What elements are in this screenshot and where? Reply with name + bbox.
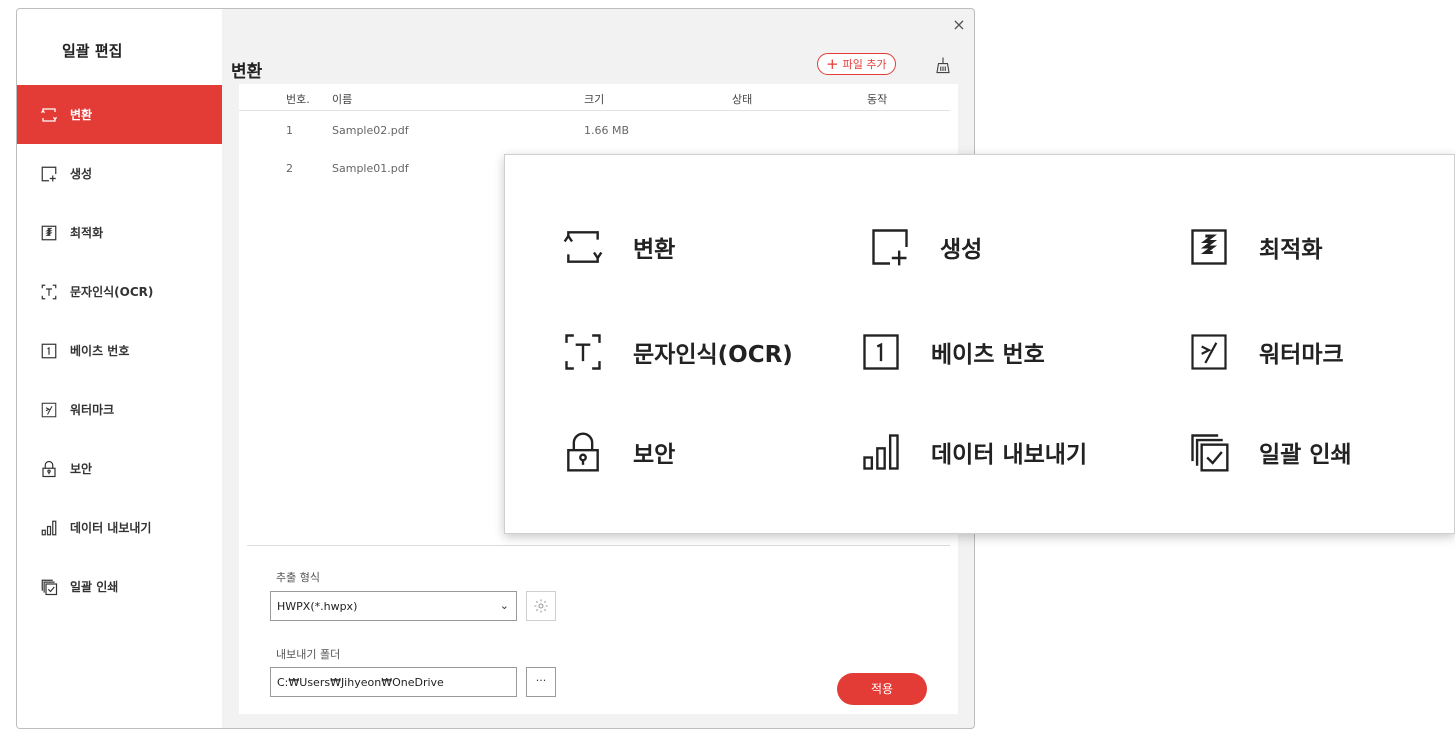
format-label: 추출 형식 [276,571,320,584]
divider [247,545,950,546]
sidebar-item-label: 베이츠 번호 [70,344,130,358]
popup-item-create[interactable]: 생성 [868,225,982,269]
sidebar-item-create[interactable]: 생성 [17,144,222,203]
row-file-name: Sample01.pdf [332,162,409,175]
column-number: 번호. [286,93,310,106]
sidebar-item-ocr[interactable]: 문자인식(OCR) [17,262,222,321]
lock-icon [567,432,599,472]
popup-item-label: 베이츠 번호 [931,342,1045,368]
popup-item-bates[interactable]: 베이츠 번호 [859,330,1045,374]
add-file-label: 파일 추가 [842,58,887,71]
add-file-button[interactable]: + 파일 추가 [817,53,896,75]
popup-item-label: 보안 [633,442,676,468]
convert-icon [39,105,59,125]
sidebar-item-label: 변환 [70,108,93,122]
sidebar-title: 일괄 편집 [62,42,123,60]
row-file-size: 1.66 MB [584,124,630,137]
sidebar-item-label: 생성 [70,167,93,181]
column-name: 이름 [332,93,353,106]
optimize-icon [1191,229,1227,265]
bates-number-icon [863,334,899,370]
ocr-icon [565,334,601,370]
sidebar-item-security[interactable]: 보안 [17,439,222,498]
batch-print-icon [1191,434,1229,472]
ocr-icon [39,282,59,302]
watermark-icon [39,400,59,420]
column-action: 동작 [867,93,888,106]
sidebar-item-label: 문자인식(OCR) [70,285,154,299]
close-button[interactable]: × [950,16,968,34]
popup-item-data-export[interactable]: 데이터 내보내기 [859,430,1087,474]
watermark-icon [1191,334,1227,370]
popup-item-batch-print[interactable]: 일괄 인쇄 [1187,430,1352,474]
batch-print-icon [39,577,59,597]
sidebar-item-label: 데이터 내보내기 [70,521,152,535]
bar-chart-icon [39,518,59,538]
gear-icon [534,599,548,613]
row-file-name: Sample02.pdf [332,124,409,137]
row-number: 2 [286,162,293,175]
sidebar-item-label: 워터마크 [70,403,115,417]
popup-item-security[interactable]: 보안 [561,430,675,474]
popup-item-ocr[interactable]: 문자인식(OCR) [561,330,793,374]
page-title: 변환 [231,62,263,82]
sidebar-item-data-export[interactable]: 데이터 내보내기 [17,498,222,557]
bates-number-icon [39,341,59,361]
sidebar-item-bates[interactable]: 베이츠 번호 [17,321,222,380]
optimize-icon [39,223,59,243]
sidebar-item-optimize[interactable]: 최적화 [17,203,222,262]
convert-icon [563,231,603,263]
popup-item-convert[interactable]: 변환 [561,225,675,269]
sidebar-item-label: 최적화 [70,226,104,240]
apply-button[interactable]: 적용 [837,673,927,705]
sidebar-item-convert[interactable]: 변환 [17,85,222,144]
feature-popup: 변환 생성 최적화 문자인식(OCR) 베이츠 번호 워터마크 보안 데이터 내… [504,154,1455,534]
popup-item-label: 데이터 내보내기 [931,442,1088,468]
popup-item-label: 생성 [940,237,983,263]
popup-item-label: 변환 [633,237,676,263]
column-status: 상태 [732,93,753,106]
bar-chart-icon [863,434,899,470]
sidebar-item-watermark[interactable]: 워터마크 [17,380,222,439]
popup-item-label: 문자인식(OCR) [633,342,793,368]
popup-item-label: 일괄 인쇄 [1259,442,1352,468]
sidebar-item-label: 일괄 인쇄 [70,580,119,594]
plus-icon: + [826,54,839,73]
format-select-value: HWPX(*.hwpx) [277,600,358,613]
clear-list-icon[interactable] [934,56,952,74]
export-folder-input[interactable]: C:₩Users₩Jihyeon₩OneDrive [270,667,517,697]
sidebar-item-label: 보안 [70,462,93,476]
popup-item-label: 워터마크 [1259,342,1344,368]
browse-folder-button[interactable]: ··· [526,667,556,697]
create-icon [872,229,908,266]
popup-item-label: 최적화 [1259,237,1323,263]
sidebar: 일괄 편집 변환 생성 최적화 문자인식(OCR) 베이츠 번호 워터마크 보안… [17,9,222,728]
sidebar-item-batch-print[interactable]: 일괄 인쇄 [17,557,222,616]
format-settings-button[interactable] [526,591,556,621]
column-size: 크기 [584,93,605,106]
table-header: 번호. 이름 크기 상태 동작 [239,84,950,111]
table-row[interactable]: 1 Sample02.pdf 1.66 MB [239,111,950,149]
popup-item-optimize[interactable]: 최적화 [1187,225,1322,269]
row-number: 1 [286,124,293,137]
lock-icon [39,459,59,479]
popup-item-watermark[interactable]: 워터마크 [1187,330,1344,374]
export-folder-label: 내보내기 폴더 [276,648,341,661]
create-icon [39,164,59,184]
chevron-down-icon: ⌄ [499,599,509,612]
format-select[interactable]: HWPX(*.hwpx) ⌄ [270,591,517,621]
